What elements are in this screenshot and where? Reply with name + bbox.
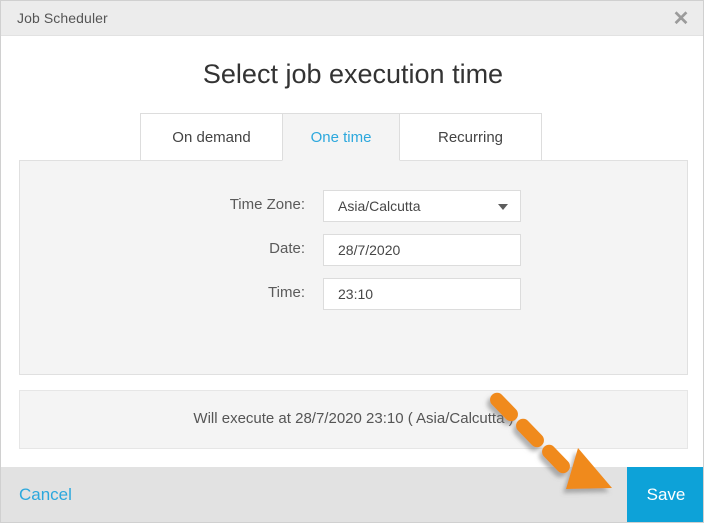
execution-summary-bar: Will execute at 28/7/2020 23:10 ( Asia/C… [19,390,688,449]
date-value: 28/7/2020 [338,242,401,258]
save-button[interactable]: Save [627,467,703,522]
close-icon[interactable]: ✕ [667,5,695,33]
execution-summary-text: Will execute at 28/7/2020 23:10 ( Asia/C… [193,410,514,427]
date-input[interactable]: 28/7/2020 [323,234,521,266]
tab-recurring-label: Recurring [437,128,504,146]
date-label: Date: [269,240,305,257]
time-value: 23:10 [338,286,374,302]
timezone-row: Time Zone: Asia/Calcutta [20,190,687,222]
chevron-down-icon [498,204,508,210]
schedule-form-panel: Time Zone: Asia/Calcutta Date: 28/7/2020… [19,160,688,375]
timezone-select[interactable]: Asia/Calcutta [323,190,521,222]
time-input[interactable]: 23:10 [323,278,521,310]
job-scheduler-dialog: Job Scheduler ✕ Select job execution tim… [0,0,704,523]
date-row: Date: 28/7/2020 [20,234,687,266]
time-label: Time: [268,284,305,301]
page-title: Select job execution time [202,59,504,89]
tab-on-demand[interactable]: On demand [140,113,283,161]
tab-one-time[interactable]: One time [282,113,400,161]
time-row: Time: 23:10 [20,278,687,310]
dialog-title: Job Scheduler [17,10,108,26]
tab-on-demand-label: On demand [172,128,251,146]
dialog-footer: Cancel Save [1,466,703,522]
cancel-button[interactable]: Cancel [19,485,72,505]
timezone-value: Asia/Calcutta [338,198,421,214]
tab-bar: On demand One time Recurring [140,113,542,161]
timezone-label: Time Zone: [229,196,305,213]
tab-one-time-label: One time [310,128,372,146]
tab-recurring[interactable]: Recurring [399,113,542,161]
dialog-titlebar: Job Scheduler ✕ [1,1,703,36]
